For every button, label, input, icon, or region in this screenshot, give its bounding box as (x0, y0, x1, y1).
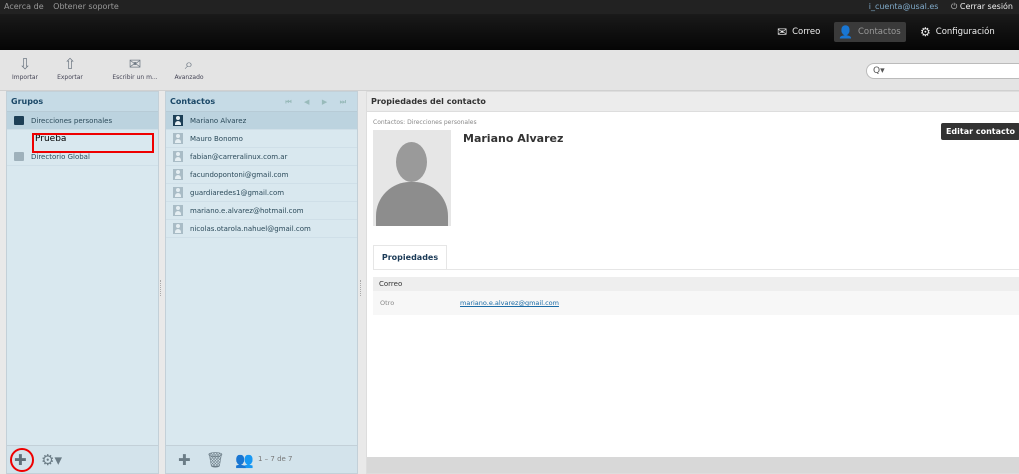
splitter[interactable] (360, 280, 362, 296)
trash-icon[interactable]: 🗑 (206, 451, 225, 469)
contact-details-panel: Propiedades del contacto Contactos: Dire… (366, 91, 1019, 474)
envelope-plus-icon: ✉ (128, 55, 142, 73)
record-count: 1 – 7 de 7 (258, 455, 293, 463)
advanced-search-button[interactable]: ⌕ Avanzado (168, 54, 210, 87)
import-label: Importar (11, 74, 39, 81)
compose-button[interactable]: ✉ Escribir un m... (112, 54, 158, 87)
person-icon (173, 223, 183, 234)
compose-label: Escribir un m... (112, 74, 158, 81)
contacts-footer: ✚ 🗑 👥 1 – 7 de 7 (166, 445, 357, 473)
move-contact-icon[interactable]: 👥 (235, 451, 254, 469)
person-icon (173, 205, 183, 216)
contact-label: facundopontoni@gmail.com (190, 171, 289, 179)
user-email: i_cuenta@usal.es (868, 2, 939, 11)
tab-mail-label: Correo (792, 27, 821, 37)
group-label: Direcciones personales (31, 117, 113, 125)
import-icon: ⇩ (18, 55, 32, 73)
contact-label: mariano.e.alvarez@hotmail.com (190, 207, 304, 215)
top-bar: Acerca de Obtener soporte i_cuenta@usal.… (0, 0, 1019, 14)
groups-panel: Grupos Direcciones personales Prueba Dir… (6, 91, 159, 474)
groups-header: Grupos (7, 92, 158, 112)
person-icon (173, 187, 183, 198)
splitter[interactable] (160, 280, 162, 296)
contact-label: fabian@carreralinux.com.ar (190, 153, 288, 161)
tab-mail[interactable]: ✉ Correo (777, 22, 820, 42)
avatar-body (376, 182, 448, 226)
search-icon: ⌕ (184, 55, 194, 73)
toolbar: ⇩ Importar ⇧ Exportar ✉ Escribir un m...… (0, 50, 1019, 91)
contact-label: nicolas.otarola.nahuel@gmail.com (190, 225, 311, 233)
contact-row[interactable]: guardiaredes1@gmail.com (166, 184, 357, 202)
person-icon (173, 115, 183, 126)
contact-row[interactable]: nicolas.otarola.nahuel@gmail.com (166, 220, 357, 238)
avatar-head (396, 142, 427, 182)
addressbook-icon (14, 152, 24, 161)
contact-name: Mariano Alvarez (463, 132, 564, 145)
group-personal-addresses[interactable]: Direcciones personales (7, 112, 158, 130)
contacts-panel: Contactos ⏮ ◀ ▶ ⏭ Mariano Alvarez Mauro … (165, 91, 358, 474)
pager-icons[interactable]: ⏮ ◀ ▶ ⏭ (285, 92, 351, 112)
export-label: Exportar (57, 74, 83, 81)
import-button[interactable]: ⇩ Importar (4, 54, 46, 87)
quick-search-input[interactable]: Q▾ (866, 63, 1019, 79)
email-field-row: Otro mariano.e.alvarez@gmail.com (373, 291, 1019, 315)
tab-properties[interactable]: Propiedades (373, 245, 447, 269)
export-icon: ⇧ (63, 55, 77, 73)
contact-row[interactable]: Mariano Alvarez (166, 112, 357, 130)
power-icon: ⏻ (951, 2, 958, 11)
email-link[interactable]: mariano.e.alvarez@gmail.com (460, 291, 559, 315)
person-icon (173, 169, 183, 180)
tab-divider (373, 269, 1019, 270)
logout-link[interactable]: Cerrar sesión (960, 2, 1013, 11)
details-header: Propiedades del contacto (367, 92, 1019, 112)
tab-contacts[interactable]: 👤 Contactos (834, 22, 906, 42)
avatar (373, 130, 451, 226)
tab-contacts-label: Contactos (857, 27, 901, 37)
contact-row[interactable]: mariano.e.alvarez@hotmail.com (166, 202, 357, 220)
contact-row[interactable]: facundopontoni@gmail.com (166, 166, 357, 184)
add-group-plus-icon[interactable]: ✚ (14, 451, 27, 469)
group-label: Directorio Global (31, 153, 90, 161)
email-field-label: Otro (380, 299, 395, 307)
section-header-email: Correo (373, 277, 1019, 291)
about-link[interactable]: Acerca de (4, 2, 44, 11)
group-settings-gear-icon[interactable]: ⚙▾ (41, 451, 62, 469)
add-contact-plus-icon[interactable]: ✚ (178, 451, 191, 469)
highlight-box (32, 133, 154, 153)
advanced-label: Avanzado (174, 74, 204, 81)
person-icon: 👤 (838, 25, 853, 39)
contact-row[interactable]: fabian@carreralinux.com.ar (166, 148, 357, 166)
contact-label: Mariano Alvarez (190, 117, 247, 125)
main-nav: ✉ Correo 👤 Contactos ⚙ Configuración (0, 14, 1019, 50)
contact-label: Mauro Bonomo (190, 135, 243, 143)
groups-footer: ✚ ⚙▾ (7, 445, 158, 473)
export-button[interactable]: ⇧ Exportar (49, 54, 91, 87)
person-icon (173, 133, 183, 144)
gear-icon: ⚙ (920, 25, 931, 39)
contacts-header: Contactos ⏮ ◀ ▶ ⏭ (166, 92, 357, 112)
contact-row[interactable]: Mauro Bonomo (166, 130, 357, 148)
tab-settings[interactable]: ⚙ Configuración (920, 22, 995, 42)
contact-label: guardiaredes1@gmail.com (190, 189, 285, 197)
person-icon (173, 151, 183, 162)
details-footer (367, 457, 1019, 473)
edit-contact-button[interactable]: Editar contacto (941, 123, 1019, 140)
envelope-icon: ✉ (777, 25, 788, 39)
tab-settings-label: Configuración (935, 27, 995, 37)
support-link[interactable]: Obtener soporte (53, 2, 119, 11)
addressbook-icon (14, 116, 24, 125)
breadcrumb: Contactos: Direcciones personales (373, 119, 477, 126)
contacts-header-label: Contactos (170, 97, 216, 106)
